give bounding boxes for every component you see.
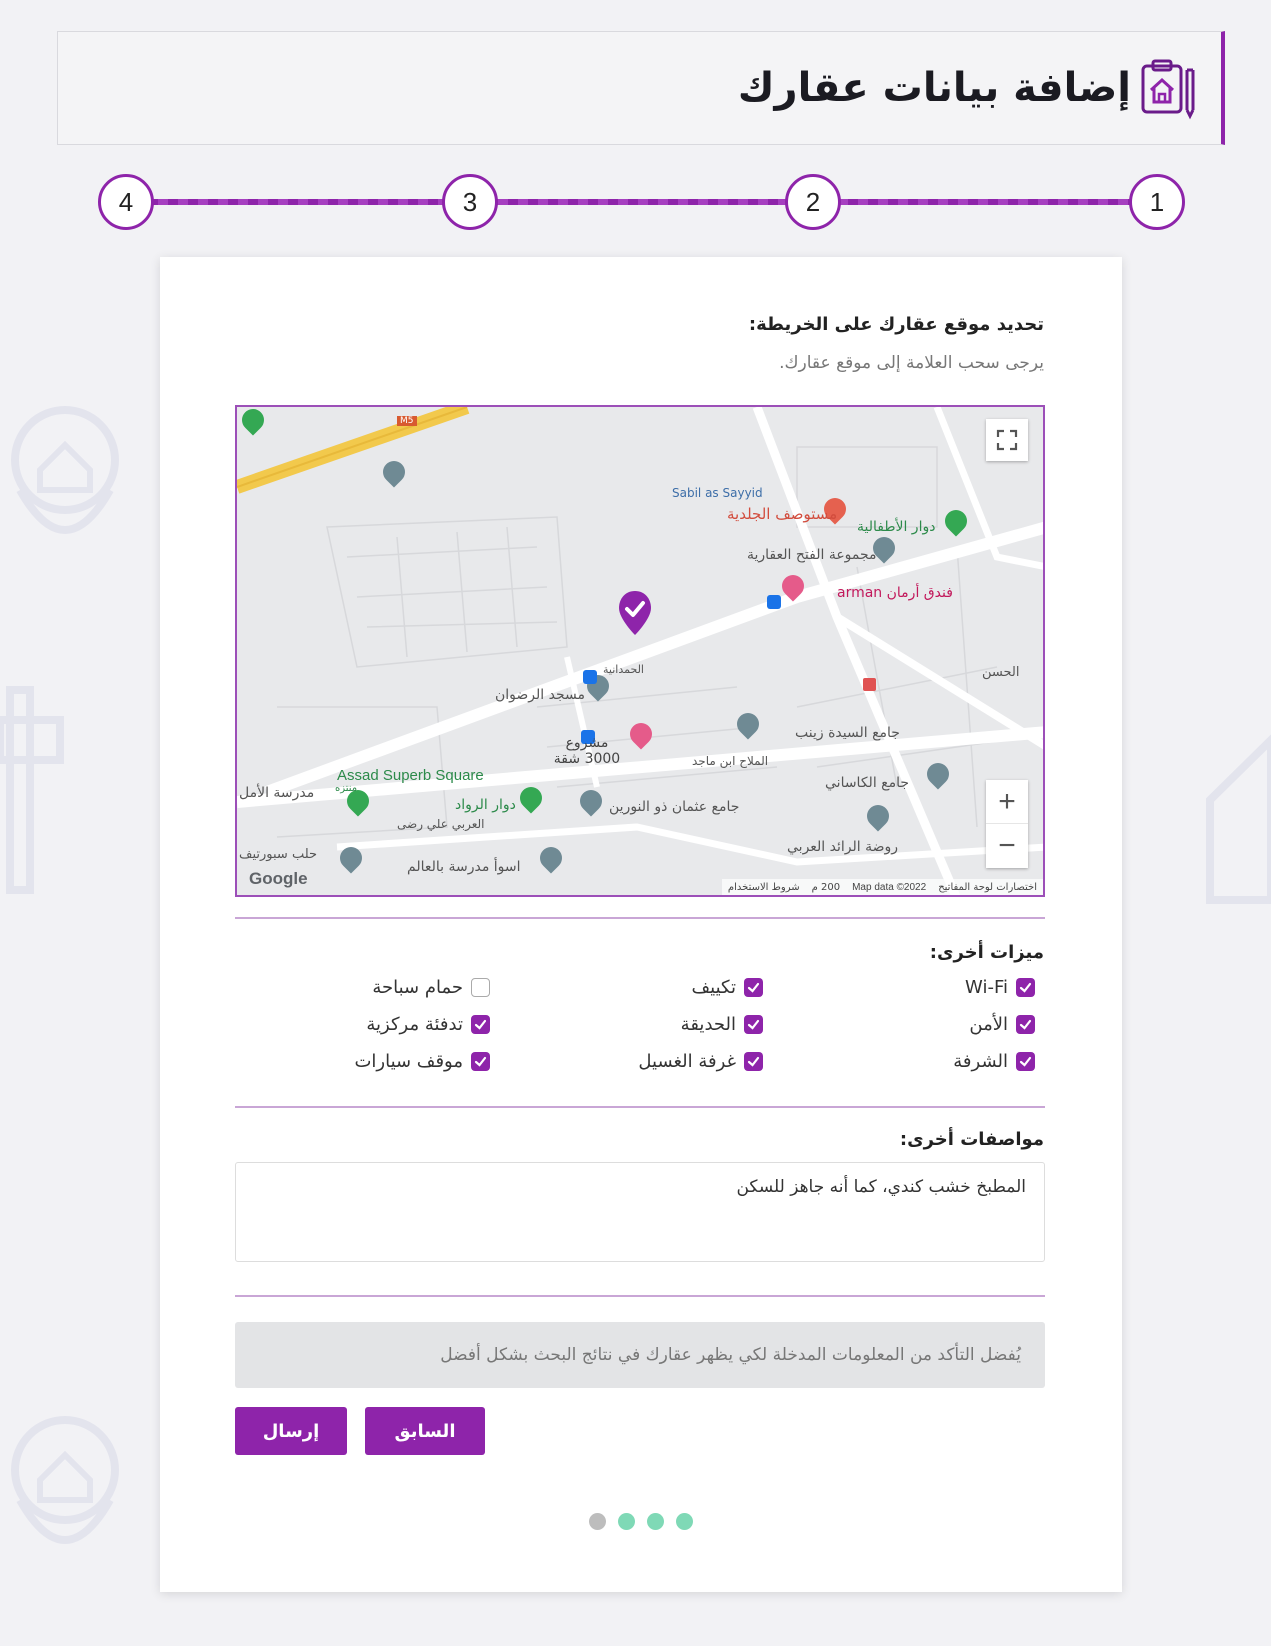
map-label: اسوأ مدرسة بالعالم <box>407 859 521 875</box>
info-notice: يُفضل التأكد من المعلومات المدخلة لكي يظ… <box>235 1322 1045 1388</box>
section-divider <box>235 917 1045 919</box>
feature-checkbox-item[interactable]: حمام سباحة <box>372 977 490 998</box>
feature-label: حمام سباحة <box>372 977 463 998</box>
map-label: الحسن <box>982 665 1020 680</box>
feature-checkbox-item[interactable]: غرفة الغسيل <box>638 1051 763 1072</box>
bus-stop-icon <box>583 670 597 684</box>
map-data-credit: Map data ©2022 <box>852 881 927 893</box>
map-label: مجموعة الفتح العقارية <box>747 547 877 563</box>
feature-label: غرفة الغسيل <box>638 1051 736 1072</box>
feature-checkbox-item[interactable]: تدفئة مركزية <box>366 1014 490 1035</box>
step-2[interactable]: 2 <box>785 174 841 230</box>
map-label: منتزه <box>335 783 358 794</box>
form-card: تحديد موقع عقارك على الخريطة: يرجى سحب ا… <box>160 257 1122 1592</box>
keyboard-shortcuts-link[interactable]: اختصارات لوحة المفاتيح <box>938 882 1037 893</box>
map-label: دوار الأطفالية <box>857 519 936 535</box>
step-3[interactable]: 3 <box>442 174 498 230</box>
map-label: M5 <box>397 416 417 426</box>
progress-stepper: 1 2 3 4 <box>96 174 1185 230</box>
feature-label: الحديقة <box>680 1014 736 1035</box>
progress-dots <box>160 1513 1122 1530</box>
location-title: تحديد موقع عقارك على الخريطة: <box>748 314 1044 335</box>
feature-checkbox-item[interactable]: الأمن <box>969 1014 1035 1035</box>
map-label: جامع السيدة زينب <box>795 725 900 741</box>
map-label: Sabil as Sayyid <box>672 486 763 500</box>
map-label: العربي علي رضى <box>397 817 485 831</box>
checkbox[interactable] <box>471 978 490 997</box>
map-scale: 200 م <box>811 881 841 893</box>
map-label: Assad Superb Square <box>337 767 484 784</box>
specs-title: مواصفات أخرى: <box>899 1129 1044 1150</box>
map-label: مستوصف الجلدية <box>727 505 838 523</box>
bus-stop-icon <box>863 678 876 691</box>
step-4[interactable]: 4 <box>98 174 154 230</box>
map-label: الملاح ابن ماجد <box>692 754 769 768</box>
feature-label: تكييف <box>691 977 736 998</box>
checkbox[interactable] <box>471 1052 490 1071</box>
location-subtitle: يرجى سحب العلامة إلى موقع عقارك. <box>779 353 1044 373</box>
map-label: الحمدانية <box>603 663 644 676</box>
feature-checkbox-item[interactable]: Wi-Fi <box>965 977 1035 998</box>
specs-textarea[interactable] <box>235 1162 1045 1262</box>
feature-label: الأمن <box>969 1014 1008 1035</box>
progress-dot <box>618 1513 635 1530</box>
checkbox[interactable] <box>1016 978 1035 997</box>
feature-label: Wi-Fi <box>965 977 1008 998</box>
map-label: روضة الرائد العربي <box>787 839 899 855</box>
feature-checkbox-item[interactable]: الحديقة <box>681 1014 763 1035</box>
feature-checkbox-item[interactable]: الشرفة <box>953 1051 1035 1072</box>
section-divider <box>235 1106 1045 1108</box>
background-house-icon <box>1206 734 1271 904</box>
submit-button[interactable]: إرسال <box>235 1407 347 1455</box>
progress-dot <box>647 1513 664 1530</box>
step-1[interactable]: 1 <box>1129 174 1185 230</box>
fullscreen-icon <box>996 429 1018 451</box>
zoom-in-button[interactable]: + <box>986 780 1028 824</box>
map-label: حلب سبورتيف <box>239 847 318 862</box>
checkbox[interactable] <box>1016 1015 1035 1034</box>
fullscreen-button[interactable] <box>986 419 1028 461</box>
map-footer: اختصارات لوحة المفاتيح Map data ©2022 20… <box>721 879 1043 895</box>
map-label: جامع الكاساني <box>825 775 910 791</box>
page-header: إضافة بيانات عقارك <box>57 31 1225 145</box>
previous-button[interactable]: السابق <box>365 1407 485 1455</box>
checkbox[interactable] <box>744 978 763 997</box>
background-signpost-icon <box>0 686 64 894</box>
feature-label: موقف سيارات <box>354 1051 463 1072</box>
map-label: مدرسة الأمل <box>239 785 315 801</box>
bus-stop-icon <box>767 595 781 609</box>
feature-label: تدفئة مركزية <box>366 1014 463 1035</box>
zoom-out-button[interactable]: − <box>986 824 1028 868</box>
feature-label: الشرفة <box>953 1051 1008 1072</box>
map-label: دوار الرواد <box>455 797 516 813</box>
map-roads <box>237 407 1043 895</box>
checkbox[interactable] <box>744 1015 763 1034</box>
stepper-connector <box>148 199 1138 205</box>
google-logo: Google <box>249 869 308 888</box>
map-label: جامع عثمان ذو النورين <box>609 799 740 815</box>
property-location-marker[interactable] <box>617 589 653 641</box>
checkbox[interactable] <box>744 1052 763 1071</box>
map-label: مسجد الرضوان <box>495 687 585 703</box>
progress-dot <box>676 1513 693 1530</box>
feature-checkbox-item[interactable]: موقف سيارات <box>354 1051 490 1072</box>
map-label: فندق أرمان arman <box>837 585 953 601</box>
features-title: ميزات أخرى: <box>929 942 1044 963</box>
checkbox[interactable] <box>1016 1052 1035 1071</box>
background-location-house-icon <box>11 406 119 534</box>
section-divider <box>235 1295 1045 1297</box>
terms-link[interactable]: شروط الاستخدام <box>728 882 800 893</box>
page-title: إضافة بيانات عقارك <box>737 65 1131 111</box>
zoom-controls: + − <box>986 780 1028 868</box>
location-map[interactable]: M5 Sabil as Sayyid مستوصف الجلدية دوار ا… <box>235 405 1045 897</box>
progress-dot <box>589 1513 606 1530</box>
feature-checkbox-item[interactable]: تكييف <box>692 977 763 998</box>
map-label: مشروع 3000 شقة <box>553 735 621 767</box>
checkbox[interactable] <box>471 1015 490 1034</box>
background-location-house-icon <box>11 1416 119 1544</box>
clipboard-house-icon <box>1137 56 1201 120</box>
